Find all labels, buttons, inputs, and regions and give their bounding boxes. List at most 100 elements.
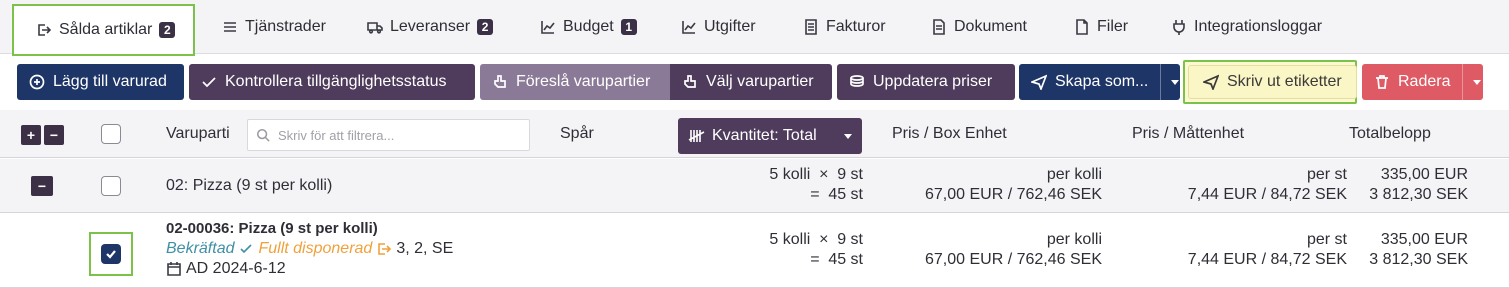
item-status-line: Bekräftad Fullt disponerad 3, 2, SE — [166, 239, 453, 259]
status-confirmed: Bekräftad — [166, 240, 235, 257]
expand-all-button[interactable]: + — [21, 125, 41, 145]
group-checkbox[interactable] — [101, 176, 121, 196]
tab-deliveries[interactable]: Leveranser 2 — [367, 0, 494, 54]
button-label: Föreslå varupartier — [516, 73, 651, 90]
list-icon — [224, 22, 236, 32]
tab-integration-logs[interactable]: Integrationsloggar — [1171, 0, 1322, 54]
table-row: 02-00036: Pizza (9 st per kolli) Bekräft… — [0, 214, 1509, 288]
caret-down-icon — [844, 133, 852, 139]
send-icon — [1031, 74, 1047, 90]
tab-label: Fakturor — [826, 18, 886, 35]
button-label: Lägg till varurad — [53, 73, 167, 90]
group-quantity: 5 kolli × 9 st = 45 st — [769, 165, 863, 205]
file-icon — [1076, 19, 1088, 35]
collapse-group-button[interactable]: − — [31, 176, 53, 196]
delete-button[interactable]: Radera — [1362, 64, 1483, 100]
check-icon — [202, 77, 216, 88]
plug-icon — [1173, 20, 1185, 35]
tab-label: Tjänstrader — [245, 18, 326, 35]
item-quantity: 5 kolli × 9 st = 45 st — [769, 230, 863, 270]
tab-label: Dokument — [954, 18, 1027, 35]
invoice-icon — [805, 19, 817, 35]
item-total: 335,00 EUR 3 812,30 SEK — [1369, 230, 1468, 270]
qty-per-package: 9 st — [837, 166, 863, 183]
qty-total: 45 st — [828, 251, 863, 268]
print-labels-inner: Skriv ut etiketter — [1188, 65, 1357, 99]
unit-price-value: 7,44 EUR / 84,72 SEK — [1187, 186, 1347, 203]
choose-batches-button[interactable]: Välj varupartier — [670, 64, 832, 100]
caret-down-icon — [1171, 79, 1180, 85]
box-price-value: 67,00 EUR / 762,46 SEK — [925, 251, 1102, 268]
tab-bar: Sålda artiklar 2 Tjänstrader Leveranser … — [0, 0, 1509, 56]
action-toolbar: Lägg till varurad Kontrollera tillgängli… — [0, 56, 1509, 108]
tab-sold-items[interactable]: Sålda artiklar 2 — [12, 4, 196, 56]
caret-down-icon — [1473, 79, 1482, 85]
button-label: Radera — [1398, 73, 1451, 90]
trash-icon — [1376, 75, 1388, 89]
row-checkbox[interactable] — [89, 232, 133, 276]
equals-icon: = — [810, 251, 820, 268]
group-name: 02: Pizza (9 st per kolli) — [166, 177, 333, 194]
item-box-price: per kolli 67,00 EUR / 762,46 SEK — [925, 230, 1102, 270]
group-unit-price: per st 7,44 EUR / 84,72 SEK — [1188, 165, 1347, 205]
tab-invoices[interactable]: Fakturor — [803, 0, 886, 54]
group-box-price: per kolli 67,00 EUR / 762,46 SEK — [925, 165, 1102, 205]
batch-filter[interactable] — [247, 119, 530, 151]
add-item-button[interactable]: Lägg till varurad — [17, 64, 184, 100]
hand-pointer-icon — [684, 75, 696, 88]
create-as-dropdown-toggle[interactable] — [1160, 64, 1180, 100]
hand-pointer-icon — [494, 75, 506, 88]
button-label: Kontrollera tillgänglighetsstatus — [225, 73, 447, 90]
tab-label: Leveranser — [390, 18, 471, 35]
tab-budget[interactable]: Budget 1 — [540, 0, 637, 54]
item-date-line: AD 2024-6-12 — [166, 259, 453, 279]
tab-expenses[interactable]: Utgifter — [681, 0, 756, 54]
send-icon — [1203, 74, 1219, 90]
create-as-button[interactable]: Skapa som... — [1019, 64, 1180, 100]
total-sek: 3 812,30 SEK — [1369, 251, 1468, 268]
qty-packages: 5 kolli — [769, 166, 811, 183]
collapse-all-button[interactable]: − — [44, 125, 64, 145]
tab-documents[interactable]: Dokument — [931, 0, 1027, 54]
export-icon — [378, 243, 392, 255]
item-date: AD 2024-6-12 — [186, 260, 286, 277]
select-all-checkbox[interactable] — [101, 124, 121, 144]
tally-icon — [688, 130, 705, 142]
chart-line-icon — [541, 21, 555, 34]
item-unit-price: per st 7,44 EUR / 84,72 SEK — [1188, 230, 1347, 270]
box-price-label: per kolli — [1046, 166, 1102, 183]
tab-service-lines[interactable]: Tjänstrader — [222, 0, 326, 54]
qty-per-package: 9 st — [837, 231, 863, 248]
suggest-batches-button[interactable]: Föreslå varupartier — [480, 64, 670, 100]
tab-label: Utgifter — [704, 18, 756, 35]
coins-icon — [850, 75, 864, 87]
item-title: 02-00036: Pizza (9 st per kolli) — [166, 220, 378, 237]
print-labels-button[interactable]: Skriv ut etiketter — [1183, 60, 1357, 104]
update-prices-button[interactable]: Uppdatera priser — [837, 64, 1015, 100]
delete-dropdown-toggle[interactable] — [1462, 64, 1482, 100]
batch-filter-input[interactable] — [276, 126, 516, 144]
tab-label: Budget — [563, 18, 614, 35]
unit-price-label: per st — [1306, 231, 1347, 248]
qty-packages: 5 kolli — [769, 231, 811, 248]
unit-price-label: per st — [1306, 166, 1347, 183]
tab-label: Filer — [1097, 18, 1129, 35]
truck-icon — [367, 22, 383, 34]
column-batch: Varuparti — [166, 125, 230, 142]
button-label: Skriv ut etiketter — [1227, 73, 1342, 90]
quantity-mode-dropdown[interactable]: Kvantitet: Total — [678, 118, 862, 154]
times-icon: × — [819, 166, 829, 183]
check-availability-button[interactable]: Kontrollera tillgänglighetsstatus — [189, 64, 475, 100]
column-price-unit: Pris / Måttenhet — [1132, 125, 1245, 142]
tab-label: Integrationsloggar — [1194, 18, 1323, 35]
unit-price-value: 7,44 EUR / 84,72 SEK — [1187, 251, 1347, 268]
tab-count-badge: 2 — [477, 19, 494, 35]
box-price-value: 67,00 EUR / 762,46 SEK — [925, 186, 1102, 203]
tab-files[interactable]: Filer — [1074, 0, 1128, 54]
button-label: Välj varupartier — [706, 73, 814, 90]
checkbox-checked — [101, 244, 121, 264]
status-disposed: Fullt disponerad — [258, 240, 373, 257]
export-icon — [38, 24, 52, 36]
document-icon — [933, 19, 945, 35]
plus-circle-icon — [29, 74, 45, 90]
